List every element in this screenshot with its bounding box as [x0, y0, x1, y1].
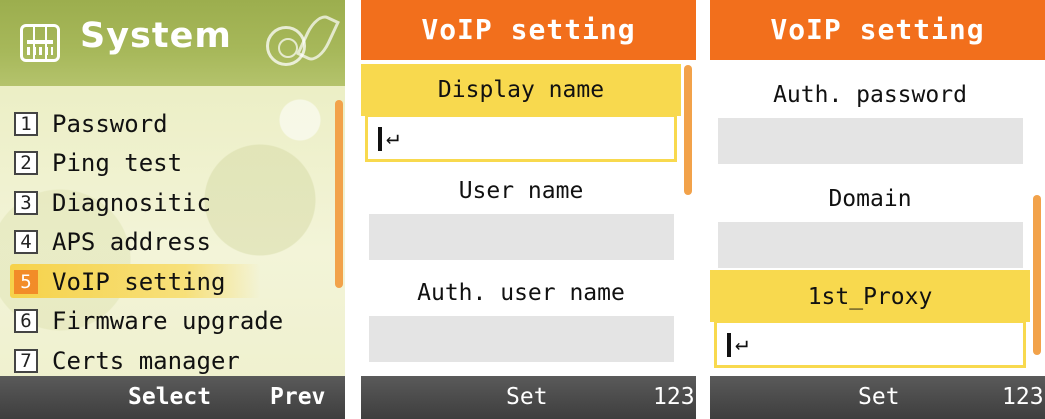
menu-item-firmware-upgrade[interactable]: 6 Firmware upgrade: [14, 302, 334, 342]
input-mode-softkey[interactable]: 123: [653, 384, 695, 410]
number-key-icon: 3: [14, 190, 38, 215]
page-title: VoIP setting: [421, 13, 636, 46]
screen-header: VoIP setting: [710, 0, 1045, 60]
display-name-input[interactable]: ↵: [365, 114, 677, 162]
menu-item-diagnostic[interactable]: 3 Diagnositic: [14, 183, 334, 223]
set-softkey[interactable]: Set: [506, 384, 548, 410]
system-menu-screen: System 1 Password 2 Ping test 3 Diagnosi…: [0, 0, 345, 419]
prev-softkey[interactable]: Prev: [270, 384, 325, 410]
auth-user-name-input[interactable]: [369, 316, 674, 362]
menu-item-label: Ping test: [52, 149, 183, 178]
set-softkey[interactable]: Set: [858, 384, 900, 410]
menu-item-label: Diagnositic: [52, 188, 211, 217]
softkey-bar: Set 123: [710, 376, 1045, 419]
enter-icon: ↵: [735, 331, 749, 356]
number-key-icon: 6: [14, 309, 38, 334]
screen-header: VoIP setting: [361, 0, 696, 60]
auth-password-label: Auth. password: [773, 82, 967, 108]
input-mode-softkey[interactable]: 123: [1002, 384, 1044, 410]
user-name-input[interactable]: [369, 214, 674, 260]
voip-setting-screen-1: VoIP setting Display name ↵ User name Au…: [361, 0, 696, 419]
user-name-label: User name: [458, 178, 584, 204]
number-key-icon: 7: [14, 348, 38, 373]
number-key-icon: 1: [14, 111, 38, 136]
menu-item-label: Password: [52, 109, 168, 138]
auth-password-input[interactable]: [718, 118, 1023, 164]
scrollbar[interactable]: [335, 100, 343, 288]
page-title: System: [80, 16, 232, 56]
first-proxy-label: 1st_Proxy: [807, 284, 933, 310]
number-key-icon: 5: [14, 269, 38, 294]
system-settings-icon: [20, 24, 60, 62]
select-softkey[interactable]: Select: [128, 384, 211, 410]
decorative-leaf-icon: [296, 10, 340, 66]
menu-item-ping-test[interactable]: 2 Ping test: [14, 144, 334, 184]
softkey-bar: Set 123: [361, 376, 696, 419]
voip-setting-screen-2: VoIP setting Auth. password Domain 1st_P…: [710, 0, 1045, 419]
system-header: System: [0, 0, 345, 86]
number-key-icon: 4: [14, 230, 38, 255]
text-cursor: [378, 127, 382, 151]
menu-item-aps-address[interactable]: 4 APS address: [14, 223, 334, 263]
scrollbar[interactable]: [1033, 195, 1041, 355]
menu-item-label: Firmware upgrade: [52, 307, 284, 336]
menu-item-label: VoIP setting: [52, 267, 226, 296]
scrollbar[interactable]: [684, 65, 692, 195]
display-name-label: Display name: [437, 77, 605, 103]
menu-item-certs-manager[interactable]: 7 Certs manager: [14, 341, 334, 381]
auth-user-name-label: Auth. user name: [417, 280, 625, 306]
menu-item-label: Certs manager: [52, 346, 240, 375]
page-title: VoIP setting: [770, 13, 985, 46]
menu-item-password[interactable]: 1 Password: [14, 104, 334, 144]
text-cursor: [727, 333, 731, 357]
softkey-bar: Select Prev: [0, 376, 345, 419]
domain-label: Domain: [828, 186, 912, 212]
number-key-icon: 2: [14, 151, 38, 176]
first-proxy-input[interactable]: ↵: [714, 320, 1026, 368]
menu-item-voip-setting[interactable]: 5 VoIP setting: [10, 262, 334, 302]
enter-icon: ↵: [386, 125, 400, 150]
domain-input[interactable]: [718, 222, 1023, 268]
menu-item-label: APS address: [52, 228, 211, 257]
system-menu-list: 1 Password 2 Ping test 3 Diagnositic 4 A…: [10, 104, 334, 381]
